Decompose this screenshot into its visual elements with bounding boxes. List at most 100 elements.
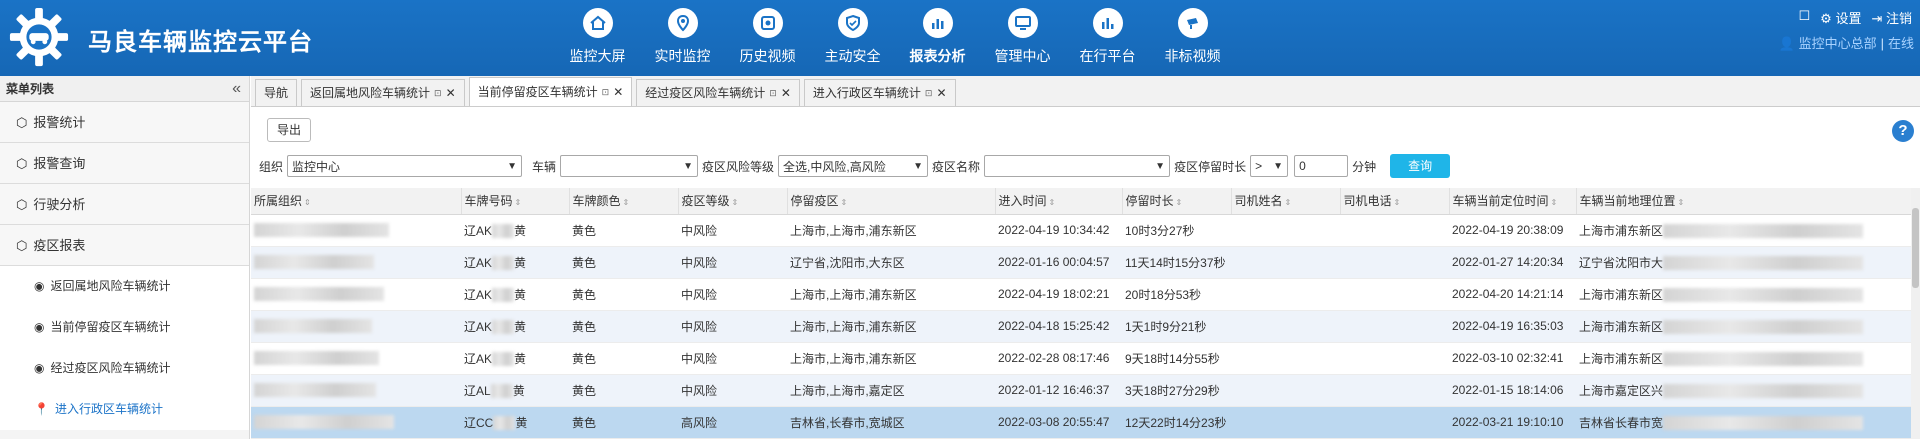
location-text: 上海市浦东新区 xyxy=(1579,223,1664,238)
settings-link[interactable]: ⚙ 设置 xyxy=(1820,8,1861,27)
sort-icon[interactable]: ⇕ xyxy=(732,198,739,207)
scrollbar-thumb[interactable] xyxy=(1912,208,1919,288)
export-button[interactable]: 导出 xyxy=(267,118,311,142)
close-icon[interactable]: ✕ xyxy=(936,80,946,107)
plate-prefix: 辽AK xyxy=(464,255,493,270)
sort-icon[interactable]: ⇕ xyxy=(1551,198,1558,207)
zone-name-label: 疫区名称 xyxy=(932,159,981,174)
nav-driving-platform[interactable]: 在行平台 xyxy=(1065,0,1150,76)
column-header-label: 车牌号码 xyxy=(464,194,513,209)
risk-level-select[interactable]: 全选,中风险,高风险 ▼ xyxy=(778,155,929,177)
duration-input[interactable]: 0 xyxy=(1294,155,1349,177)
refresh-icon[interactable]: ⊡ xyxy=(434,80,442,107)
submenu-item-passed-risk[interactable]: ◉ 经过疫区风险车辆统计 xyxy=(0,348,249,389)
vehicle-select[interactable]: ▼ xyxy=(560,155,699,177)
table-row[interactable]: 辽CC 黄 黄色 高风险 吉林省,长春市,宽城区 2022-03-08 20:55:47 1… xyxy=(251,406,1920,439)
org-select[interactable]: 监控中心 ▼ xyxy=(287,155,523,177)
sort-icon[interactable]: ⇕ xyxy=(1049,198,1056,207)
menu-item-epidemic-report[interactable]: ⬡ 疫区报表 xyxy=(0,225,249,266)
column-header[interactable]: 车牌颜色 ⇕ xyxy=(569,188,679,215)
menu-item-alarm-query[interactable]: ⬡ 报警查询 xyxy=(0,143,249,184)
cell-location: 上海市浦东新区 xyxy=(1576,342,1920,375)
sort-icon[interactable]: ⇕ xyxy=(841,198,848,207)
table-row[interactable]: 辽AL 黄 黄色 中风险 上海市,上海市,嘉定区 2022-01-12 16:46:37 3… xyxy=(251,374,1920,407)
vertical-scrollbar[interactable] xyxy=(1911,188,1920,439)
collapse-icon[interactable]: « xyxy=(232,76,241,102)
column-header[interactable]: 停留时长 ⇕ xyxy=(1122,188,1232,215)
tab-enter-district[interactable]: 进入行政区车辆统计 ⊡ ✕ xyxy=(803,79,956,107)
column-header[interactable]: 司机电话 ⇕ xyxy=(1340,188,1450,215)
stay-duration-label: 疫区停留时长 xyxy=(1174,159,1247,174)
sort-icon[interactable]: ⇕ xyxy=(1176,198,1183,207)
menu-item-driving-analysis[interactable]: ⬡ 行驶分析 xyxy=(0,184,249,225)
menu-item-alarm-stats[interactable]: ⬡ 报警统计 xyxy=(0,102,249,143)
close-icon[interactable]: ✕ xyxy=(781,80,791,107)
nav-active-safety[interactable]: 主动安全 xyxy=(810,0,895,76)
cell-plate: 辽AK 黄 xyxy=(461,214,569,247)
cell-loc-time: 2022-03-21 19:10:10 xyxy=(1449,406,1576,439)
submenu-item-label: 返回属地风险车辆统计 xyxy=(50,279,171,293)
redacted-block xyxy=(1663,256,1864,271)
plate-prefix: 辽AK xyxy=(464,351,493,366)
query-button[interactable]: 查询 xyxy=(1390,154,1451,178)
duration-operator-select[interactable]: > ▼ xyxy=(1250,155,1289,177)
tab-navigation[interactable]: 导航 xyxy=(255,79,298,106)
column-header[interactable]: 车辆当前定位时间 ⇕ xyxy=(1449,188,1577,215)
user-name[interactable]: 监控中心总部 xyxy=(1799,36,1877,51)
refresh-icon[interactable]: ⊡ xyxy=(769,80,777,107)
logout-link[interactable]: ⇥ 注销 xyxy=(1871,8,1912,27)
column-header[interactable]: 疫区等级 ⇕ xyxy=(678,188,788,215)
submenu-item-return-risk[interactable]: ◉ 返回属地风险车辆统计 xyxy=(0,266,249,307)
column-header[interactable]: 车辆当前地理位置 ⇕ xyxy=(1576,188,1920,215)
message-icon[interactable]: ☐ xyxy=(1799,8,1811,27)
submenu-item-enter-district[interactable]: 📍 进入行政区车辆统计 xyxy=(0,389,249,430)
cell-zone: 辽宁省,沈阳市,大东区 xyxy=(787,246,995,279)
nav-management-center[interactable]: 管理中心 xyxy=(980,0,1065,76)
location-pin-icon xyxy=(667,8,698,38)
menu-item-label: 疫区报表 xyxy=(33,237,86,253)
cell-phone xyxy=(1340,406,1449,439)
refresh-icon[interactable]: ⊡ xyxy=(925,80,933,107)
submenu-item-current-stay[interactable]: ◉ 当前停留疫区车辆统计 xyxy=(0,307,249,348)
column-header[interactable]: 进入时间 ⇕ xyxy=(995,188,1123,215)
table-row[interactable]: 辽AK 黄 黄色 中风险 辽宁省,沈阳市,大东区 2022-01-16 00:04:57 1… xyxy=(251,246,1920,279)
column-header[interactable]: 车牌号码 ⇕ xyxy=(461,188,570,215)
nav-realtime-monitor[interactable]: 实时监控 xyxy=(640,0,725,76)
location-pin-icon: 📍 xyxy=(34,402,49,416)
refresh-icon[interactable]: ⊡ xyxy=(602,79,610,106)
help-icon[interactable]: ? xyxy=(1892,120,1914,142)
tab-return-risk[interactable]: 返回属地风险车辆统计 ⊡ ✕ xyxy=(301,79,465,106)
tab-current-stay[interactable]: 当前停留疫区车辆统计 ⊡ ✕ xyxy=(468,77,633,106)
table-row[interactable]: 辽AK 黄 黄色 中风险 上海市,上海市,浦东新区 2022-04-18 15:25:42… xyxy=(251,310,1920,343)
table-row[interactable]: 辽AK 黄 黄色 中风险 上海市,上海市,浦东新区 2022-02-28 08:17:46… xyxy=(251,342,1920,375)
zone-name-select[interactable]: ▼ xyxy=(984,155,1171,177)
column-header[interactable]: 停留疫区 ⇕ xyxy=(787,188,996,215)
sort-icon[interactable]: ⇕ xyxy=(623,198,630,207)
close-icon[interactable]: ✕ xyxy=(446,80,456,107)
nav-nonstandard-video[interactable]: 非标视频 xyxy=(1150,0,1235,76)
redacted-block xyxy=(1663,352,1864,367)
table-row[interactable]: 辽AK 黄 黄色 中风险 上海市,上海市,浦东新区 2022-04-19 10:34:42… xyxy=(251,214,1920,247)
nav-monitor-screen[interactable]: 监控大屏 xyxy=(555,0,640,76)
cell-location: 上海市浦东新区 xyxy=(1576,310,1920,343)
sort-icon[interactable]: ⇕ xyxy=(1678,198,1685,207)
close-icon[interactable]: ✕ xyxy=(613,79,623,106)
column-header[interactable]: 司机姓名 ⇕ xyxy=(1231,188,1341,215)
cell-driver xyxy=(1231,310,1340,343)
cell-location: 吉林省长春市宽 xyxy=(1576,406,1920,439)
sort-icon[interactable]: ⇕ xyxy=(1394,198,1401,207)
org-select-value: 监控中心 xyxy=(292,159,341,174)
table-row[interactable]: 辽AK 黄 黄色 中风险 上海市,上海市,浦东新区 2022-04-19 18:02:21… xyxy=(251,278,1920,311)
tab-label: 导航 xyxy=(264,85,289,100)
column-header-label: 车辆当前定位时间 xyxy=(1452,194,1549,209)
nav-history-video[interactable]: 历史视频 xyxy=(725,0,810,76)
column-header[interactable]: 所属组织 ⇕ xyxy=(251,188,462,215)
sort-icon[interactable]: ⇕ xyxy=(515,198,522,207)
cell-stay: 10时3分27秒 xyxy=(1122,214,1231,247)
nav-report-analysis[interactable]: 报表分析 xyxy=(895,0,980,76)
redacted-block xyxy=(1663,224,1864,239)
tab-passed-risk[interactable]: 经过疫区风险车辆统计 ⊡ ✕ xyxy=(636,79,800,106)
redacted-block xyxy=(492,352,515,367)
sort-icon[interactable]: ⇕ xyxy=(1285,198,1292,207)
sort-icon[interactable]: ⇕ xyxy=(304,198,311,207)
